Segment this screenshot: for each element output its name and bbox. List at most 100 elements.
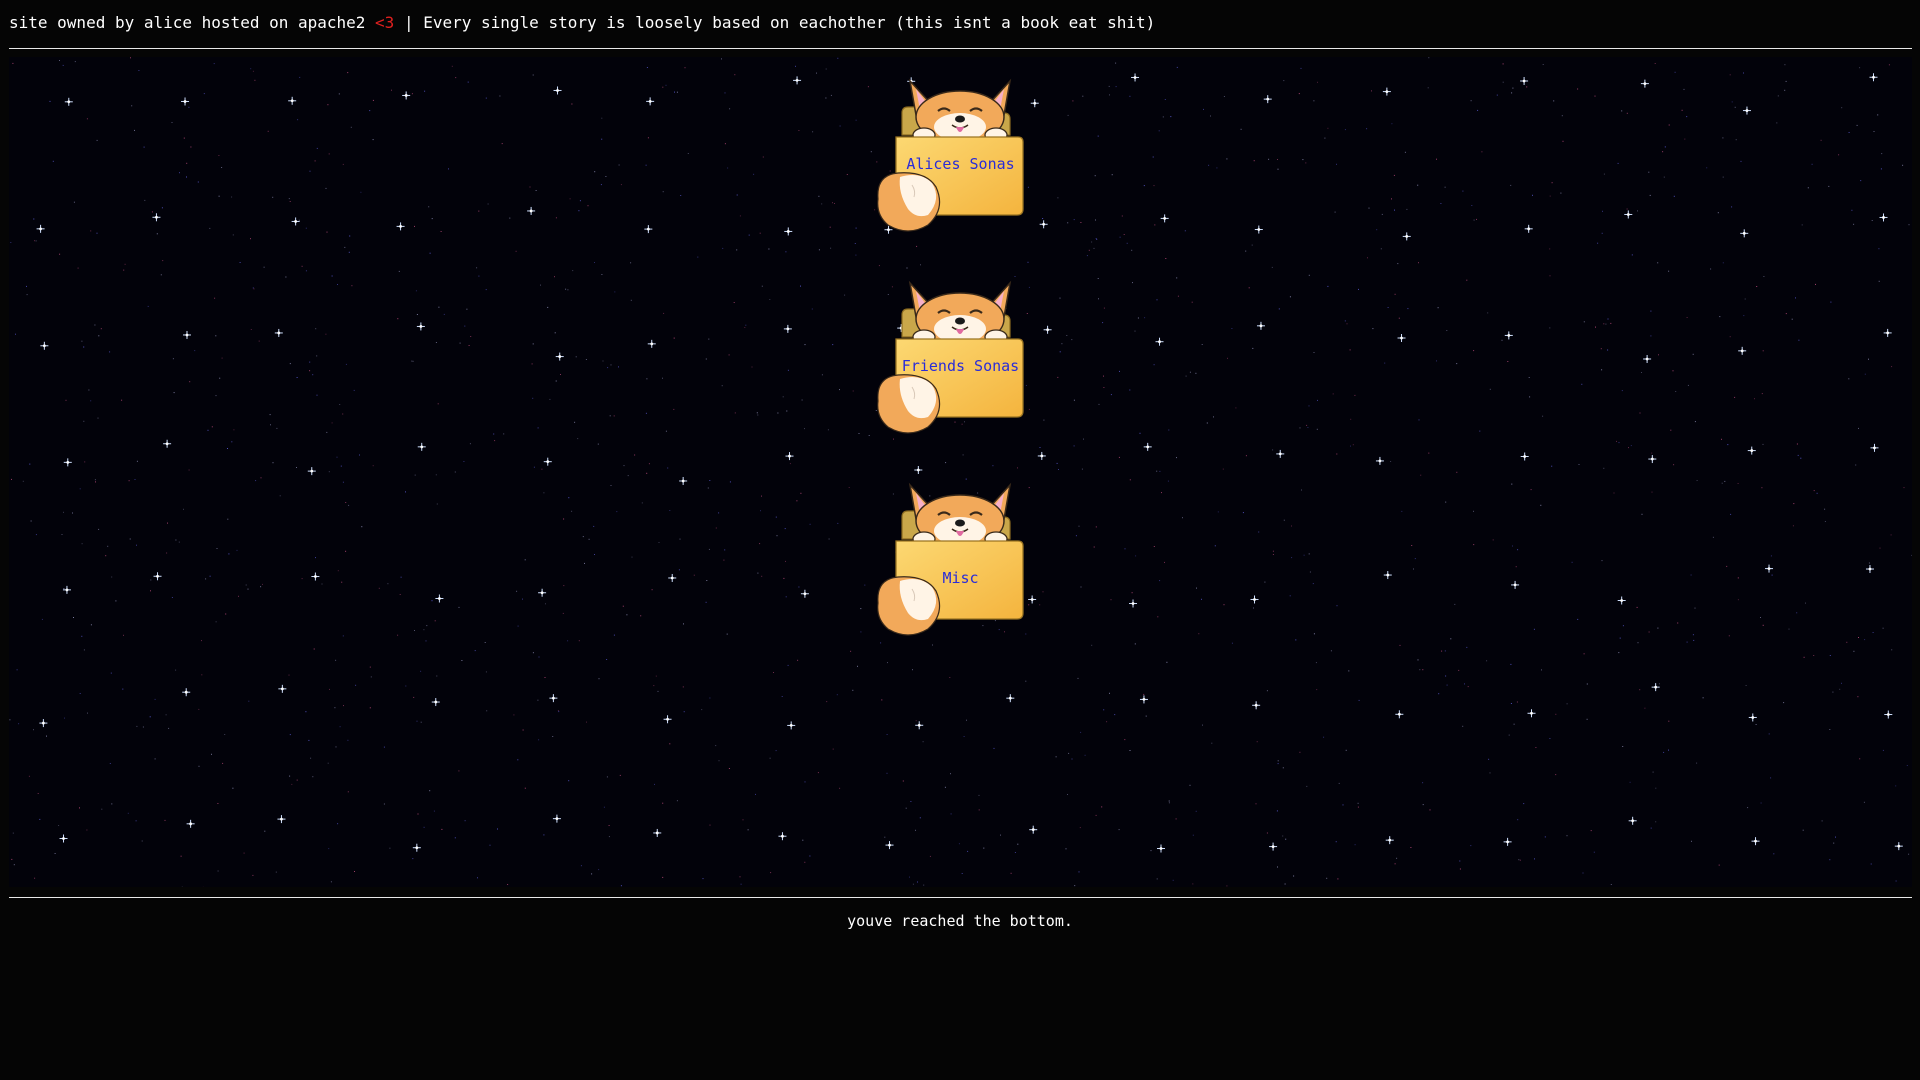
star bbox=[648, 463, 650, 465]
star bbox=[329, 688, 330, 690]
star bbox=[618, 366, 619, 368]
star bbox=[673, 337, 675, 339]
star bbox=[441, 828, 443, 830]
star bbox=[1586, 718, 1588, 720]
star bbox=[65, 399, 67, 401]
star bbox=[1566, 835, 1568, 837]
star bbox=[601, 117, 603, 119]
star bbox=[1139, 432, 1141, 434]
star bbox=[1549, 195, 1551, 197]
bright-star bbox=[1742, 106, 1751, 115]
star bbox=[215, 395, 217, 397]
star bbox=[1282, 835, 1284, 837]
star bbox=[435, 474, 437, 476]
star bbox=[531, 363, 533, 365]
star bbox=[1368, 207, 1370, 209]
star bbox=[173, 392, 175, 394]
star bbox=[34, 877, 36, 879]
star bbox=[225, 613, 227, 615]
star bbox=[1863, 801, 1865, 803]
star bbox=[992, 465, 994, 467]
star bbox=[804, 861, 806, 863]
star bbox=[761, 575, 763, 577]
star bbox=[1586, 683, 1588, 685]
star bbox=[454, 837, 456, 839]
star bbox=[429, 790, 431, 792]
star bbox=[88, 389, 90, 391]
star bbox=[83, 346, 85, 348]
star bbox=[662, 377, 663, 379]
star bbox=[584, 562, 585, 564]
star bbox=[1073, 399, 1075, 401]
bright-star bbox=[417, 442, 426, 451]
star bbox=[1734, 396, 1736, 398]
star bbox=[411, 360, 413, 362]
star bbox=[1094, 175, 1096, 177]
star bbox=[1097, 135, 1099, 137]
top-divider bbox=[9, 48, 1912, 49]
star bbox=[1091, 241, 1093, 243]
star bbox=[1877, 114, 1879, 116]
star bbox=[1223, 604, 1225, 606]
star bbox=[1621, 390, 1623, 392]
star bbox=[759, 543, 761, 545]
star bbox=[417, 813, 419, 815]
star bbox=[1473, 350, 1475, 352]
star bbox=[1597, 242, 1599, 244]
star bbox=[1835, 836, 1836, 838]
folder-link-friends-sonas[interactable]: Friends Sonas bbox=[868, 277, 1053, 447]
star bbox=[1440, 203, 1442, 204]
star bbox=[264, 830, 266, 832]
star bbox=[429, 252, 431, 254]
star bbox=[79, 807, 80, 809]
star bbox=[1848, 132, 1850, 133]
star bbox=[111, 803, 113, 805]
star bbox=[1607, 318, 1609, 320]
star bbox=[83, 649, 85, 651]
star bbox=[344, 246, 346, 248]
star bbox=[1358, 288, 1359, 290]
star bbox=[1770, 555, 1772, 557]
star bbox=[1692, 353, 1694, 355]
star bbox=[224, 734, 226, 735]
star bbox=[342, 635, 344, 637]
star bbox=[342, 163, 344, 165]
star bbox=[1118, 456, 1120, 458]
folder-link-misc[interactable]: Misc bbox=[868, 479, 1053, 649]
star bbox=[809, 523, 811, 525]
star bbox=[537, 427, 539, 429]
star bbox=[709, 824, 711, 826]
star bbox=[630, 299, 632, 301]
star bbox=[1446, 684, 1448, 686]
star bbox=[1277, 168, 1279, 170]
bright-star bbox=[1131, 73, 1140, 82]
star bbox=[123, 269, 125, 271]
bright-star bbox=[552, 814, 561, 823]
star bbox=[1338, 782, 1340, 784]
star bbox=[1479, 430, 1481, 432]
star bbox=[1473, 510, 1474, 512]
bright-star bbox=[783, 324, 792, 333]
star bbox=[81, 543, 83, 545]
folder-link-alices-sonas[interactable]: Alices Sonas bbox=[868, 75, 1053, 245]
star bbox=[839, 389, 840, 391]
star bbox=[336, 456, 338, 458]
star bbox=[1890, 534, 1892, 536]
fox-folder-icon bbox=[876, 483, 1025, 637]
star bbox=[797, 659, 799, 661]
star bbox=[910, 801, 912, 802]
star bbox=[1771, 574, 1773, 576]
star bbox=[1272, 449, 1274, 451]
star bbox=[1417, 659, 1419, 661]
star bbox=[1791, 318, 1793, 320]
star bbox=[1283, 519, 1285, 521]
star bbox=[1613, 492, 1615, 494]
star bbox=[742, 819, 744, 821]
star bbox=[1059, 351, 1061, 353]
star bbox=[1115, 62, 1117, 64]
star bbox=[1376, 229, 1378, 231]
star bbox=[1462, 725, 1464, 727]
star bbox=[1299, 751, 1301, 753]
star bbox=[811, 308, 813, 310]
star bbox=[263, 266, 265, 268]
